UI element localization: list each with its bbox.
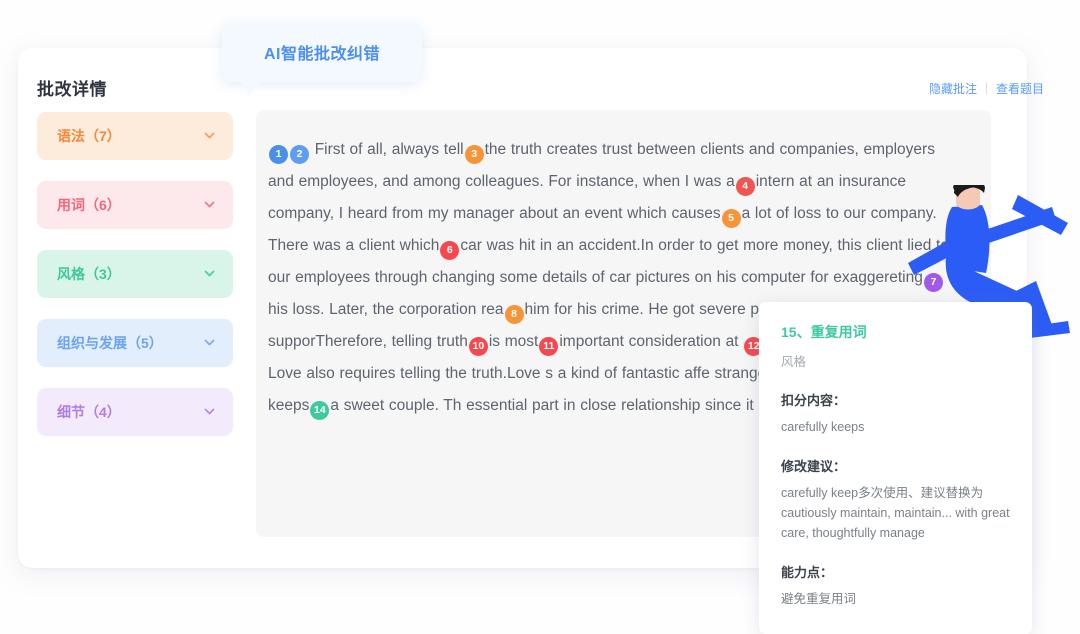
screen-root: 批改详情 隐藏批注 查看题目 语法（7） 用词（6） 风格（3） 组织与发展（5… [0, 0, 1080, 634]
essay-text-10: important consideration at [559, 333, 744, 350]
annotation-badge-5[interactable]: 5 [721, 209, 741, 228]
annotation-title: 15、重复用词 [781, 324, 867, 340]
header-divider [985, 83, 987, 94]
category-label-style: 风格（3） [57, 266, 121, 282]
ai-callout-bubble: AI智能批改纠错 [222, 22, 422, 82]
category-list: 语法（7） 用词（6） 风格（3） 组织与发展（5） 细节（4） [37, 112, 233, 457]
annotation-badge-3[interactable]: 3 [464, 145, 484, 164]
suggestion-heading: 修改建议： [781, 459, 847, 474]
category-item-details[interactable]: 细节（4） [37, 388, 233, 436]
annotation-category: 风格 [781, 355, 807, 369]
chevron-down-icon[interactable] [203, 267, 216, 280]
annotation-badge-11[interactable]: 11 [539, 337, 559, 356]
category-label-word-choice: 用词（6） [57, 197, 121, 213]
annotation-badge-1[interactable]: 1 [269, 145, 288, 164]
annotation-badge-6[interactable]: 6 [440, 241, 460, 260]
essay-text-8: Therefore, telling truth [315, 333, 468, 350]
header-actions: 隐藏批注 查看题目 [929, 80, 1044, 97]
essay-text-12: Love also requires telling the truth.Lov… [268, 365, 710, 382]
annotation-detail-popup: 15、重复用词 风格 扣分内容： carefully keeps 修改建议： c… [759, 302, 1032, 634]
essay-text-1: First of all, always tell [310, 141, 464, 158]
category-item-style[interactable]: 风格（3） [37, 250, 233, 298]
chevron-down-icon[interactable] [203, 129, 216, 142]
deduction-text: carefully keeps [781, 420, 865, 434]
ai-callout-tail [240, 80, 262, 96]
essay-text-14: a sweet couple. Th [330, 397, 462, 414]
annotation-badge-8[interactable]: 8 [504, 305, 524, 324]
annotation-badge-14[interactable]: 14 [310, 401, 330, 420]
chevron-down-icon[interactable] [203, 198, 216, 211]
category-item-word-choice[interactable]: 用词（6） [37, 181, 233, 229]
page-title: 批改详情 [37, 80, 107, 99]
deduction-heading: 扣分内容： [781, 393, 847, 408]
view-question-link[interactable]: 查看题目 [996, 80, 1044, 97]
category-label-grammar: 语法（7） [57, 128, 121, 144]
chevron-down-icon[interactable] [203, 336, 216, 349]
suggestion-text: carefully keep多次使用、建议替换为 cautiously main… [781, 486, 1010, 540]
essay-text-6: his loss. Later, the corporation rea [268, 301, 504, 318]
ai-callout-text: AI智能批改纠错 [263, 46, 380, 63]
annotation-badge-4[interactable]: 4 [735, 177, 755, 196]
hide-annotations-link[interactable]: 隐藏批注 [929, 80, 977, 97]
annotation-badge-10[interactable]: 10 [468, 337, 488, 356]
ability-heading: 能力点： [781, 565, 834, 580]
annotation-badge-2[interactable]: 2 [290, 145, 309, 164]
category-label-organization: 组织与发展（5） [57, 335, 163, 351]
essay-text-9: is most [488, 333, 539, 350]
chevron-down-icon[interactable] [203, 405, 216, 418]
category-item-grammar[interactable]: 语法（7） [37, 112, 233, 160]
category-label-details: 细节（4） [57, 404, 121, 420]
category-item-organization[interactable]: 组织与发展（5） [37, 319, 233, 367]
ability-text: 避免重复用词 [781, 592, 857, 606]
